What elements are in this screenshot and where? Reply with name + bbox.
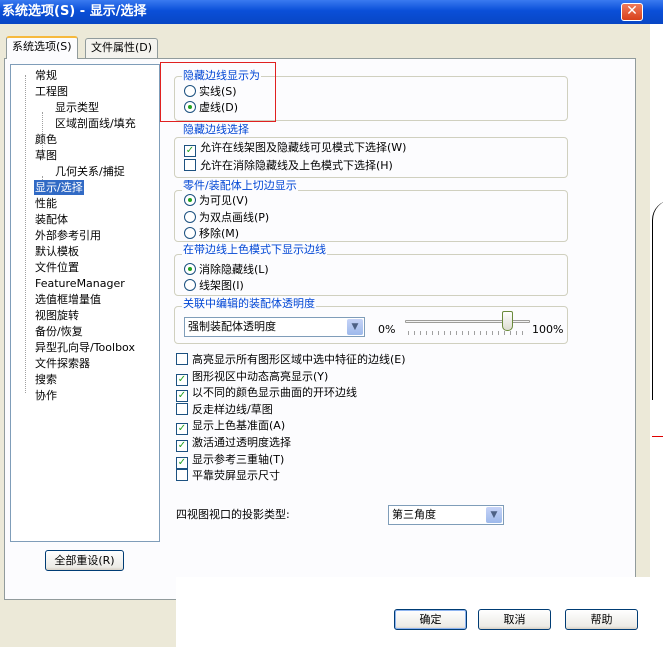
slider-ticks: [408, 331, 528, 335]
checkbox[interactable]: ✓: [176, 440, 188, 452]
checkbox[interactable]: ✓: [176, 457, 188, 469]
options-dialog: 系统选项(S) 文件属性(D) 常规 工程图 显示类型 区域剖面线/填充 颜色 …: [0, 24, 650, 647]
option-label: 线架图(I): [199, 279, 244, 292]
option-label: 允许在消除隐藏线及上色模式下选择(H): [200, 159, 393, 172]
radio-tangent-visible[interactable]: 为可见(V): [184, 194, 248, 208]
tree-item-view-rotation[interactable]: 视图旋转: [35, 308, 79, 323]
slider-max-label: 100%: [532, 323, 564, 336]
background-drawing: [652, 200, 663, 400]
radio-hidden-removed[interactable]: 消除隐藏线(L): [184, 263, 269, 277]
tab-label: 文件属性(D): [91, 41, 153, 54]
option-label: 图形视区中动态高亮显示(Y): [192, 370, 329, 383]
option-label: 移除(M): [199, 227, 240, 240]
projection-type-select[interactable]: 第三角度 ▼: [388, 505, 504, 525]
checkbox[interactable]: ✓: [176, 423, 188, 435]
option-label: 反走样边线/草图: [192, 403, 273, 416]
checkbox[interactable]: ✓: [184, 145, 196, 157]
tree-item-assemblies[interactable]: 装配体: [35, 212, 68, 227]
radio-wireframe[interactable]: 线架图(I): [184, 279, 244, 293]
tree-item-collaboration[interactable]: 协作: [35, 388, 57, 403]
background-red-line: [652, 436, 663, 437]
group-title: 隐藏边线选择: [182, 123, 250, 137]
option-label: 为可见(V): [199, 194, 249, 207]
option-label: 显示上色基准面(A): [192, 419, 286, 432]
option-label: 以不同的颜色显示曲面的开环边线: [192, 386, 357, 399]
transparency-slider-thumb[interactable]: [502, 311, 513, 331]
help-button[interactable]: 帮助: [565, 609, 638, 630]
checkbox-select-through-transparency[interactable]: ✓ 激活通过透明度选择: [176, 436, 291, 452]
checkbox-flat-to-screen-dims[interactable]: 平靠荧屏显示尺寸: [176, 469, 280, 483]
tree-item-featuremanager[interactable]: FeatureManager: [35, 276, 125, 291]
radio-button[interactable]: [184, 194, 196, 206]
option-label: 平靠荧屏显示尺寸: [192, 469, 280, 482]
radio-button[interactable]: [184, 263, 196, 275]
checkbox-anti-alias[interactable]: 反走样边线/草图: [176, 403, 273, 417]
checkbox-open-edges-color[interactable]: ✓ 以不同的颜色显示曲面的开环边线: [176, 386, 357, 402]
checkbox-select-wireframe[interactable]: ✓ 允许在线架图及隐藏线可见模式下选择(W): [184, 141, 406, 157]
group-title: 关联中编辑的装配体透明度: [182, 297, 316, 311]
tab-system-options[interactable]: 系统选项(S): [6, 36, 78, 59]
slider-min-label: 0%: [378, 323, 396, 336]
tree-item-file-explorer[interactable]: 文件探索器: [35, 356, 90, 371]
projection-label: 四视图视口的投影类型:: [176, 508, 290, 521]
tree-item-search[interactable]: 搜索: [35, 372, 57, 387]
tree-item-sketch[interactable]: 草图: [35, 148, 57, 163]
option-label: 激活通过透明度选择: [192, 436, 291, 449]
radio-button[interactable]: [184, 279, 196, 291]
option-label: 高亮显示所有图形区域中选中特征的边线(E): [192, 353, 406, 366]
checkbox[interactable]: [176, 403, 188, 415]
close-button[interactable]: ✕: [621, 3, 643, 21]
tree-item-colors[interactable]: 颜色: [35, 132, 57, 147]
checkbox[interactable]: ✓: [176, 374, 188, 386]
window-title-bar: 系统选项(S) - 显示/选择 ✕: [0, 0, 663, 24]
tree-item-area-hatch[interactable]: 区域剖面线/填充: [55, 116, 136, 131]
checkbox[interactable]: ✓: [176, 390, 188, 402]
radio-tangent-removed[interactable]: 移除(M): [184, 227, 239, 241]
group-title: 零件/装配体上切边显示: [182, 179, 298, 193]
radio-button[interactable]: [184, 211, 196, 223]
reset-all-button[interactable]: 全部重设(R): [45, 550, 124, 571]
checkbox-dynamic-highlight[interactable]: ✓ 图形视区中动态高亮显示(Y): [176, 370, 328, 386]
select-value: 强制装配体透明度: [188, 320, 276, 333]
ok-button[interactable]: 确定: [394, 609, 467, 630]
select-value: 第三角度: [392, 508, 436, 521]
tree-item-performance[interactable]: 性能: [35, 196, 57, 211]
group-title: 在带边线上色模式下显示边线: [182, 243, 327, 257]
chevron-down-icon[interactable]: ▼: [347, 319, 363, 335]
checkbox-highlight-edges[interactable]: 高亮显示所有图形区域中选中特征的边线(E): [176, 353, 406, 367]
tree-item-default-templates[interactable]: 默认模板: [35, 244, 79, 259]
checkbox-shaded-planes[interactable]: ✓ 显示上色基准面(A): [176, 419, 285, 435]
checkbox[interactable]: [184, 159, 196, 171]
checkbox[interactable]: [176, 469, 188, 481]
radio-button[interactable]: [184, 227, 196, 239]
tree-item-external-references[interactable]: 外部参考引用: [35, 228, 101, 243]
tree-item-drawings[interactable]: 工程图: [35, 84, 68, 99]
radio-tangent-phantom[interactable]: 为双点画线(P): [184, 211, 269, 225]
option-label: 消除隐藏线(L): [199, 263, 269, 276]
tab-document-properties[interactable]: 文件属性(D): [85, 38, 159, 58]
tree-item-backup-recover[interactable]: 备份/恢复: [35, 324, 83, 339]
option-label: 显示参考三重轴(T): [192, 453, 285, 466]
tab-label: 系统选项(S): [12, 40, 72, 53]
tree-item-general[interactable]: 常规: [35, 68, 57, 83]
option-label: 允许在线架图及隐藏线可见模式下选择(W): [200, 141, 407, 154]
tree-item-hole-wizard-toolbox[interactable]: 异型孔向导/Toolbox: [35, 340, 135, 355]
tree-connector: [25, 75, 26, 393]
chevron-down-icon[interactable]: ▼: [486, 507, 502, 523]
window-title: 系统选项(S) - 显示/选择: [2, 4, 147, 19]
close-icon: ✕: [626, 3, 638, 19]
tree-item-display-type[interactable]: 显示类型: [55, 100, 99, 115]
options-tree[interactable]: 常规 工程图 显示类型 区域剖面线/填充 颜色 草图 几何关系/捕捉 显示/选择…: [10, 64, 160, 542]
tree-item-display-selection[interactable]: 显示/选择: [34, 180, 84, 195]
transparency-mode-select[interactable]: 强制装配体透明度 ▼: [184, 317, 365, 337]
tree-item-file-locations[interactable]: 文件位置: [35, 260, 79, 275]
highlight-annotation-box: [160, 62, 276, 122]
tree-item-spin-box-increments[interactable]: 选值框增量值: [35, 292, 101, 307]
checkbox[interactable]: [176, 353, 188, 365]
checkbox-select-shaded[interactable]: 允许在消除隐藏线及上色模式下选择(H): [184, 159, 393, 173]
tree-item-relations-snaps[interactable]: 几何关系/捕捉: [55, 164, 125, 179]
cancel-button[interactable]: 取消: [478, 609, 551, 630]
checkbox-reference-triad[interactable]: ✓ 显示参考三重轴(T): [176, 453, 284, 469]
option-label: 为双点画线(P): [199, 211, 270, 224]
